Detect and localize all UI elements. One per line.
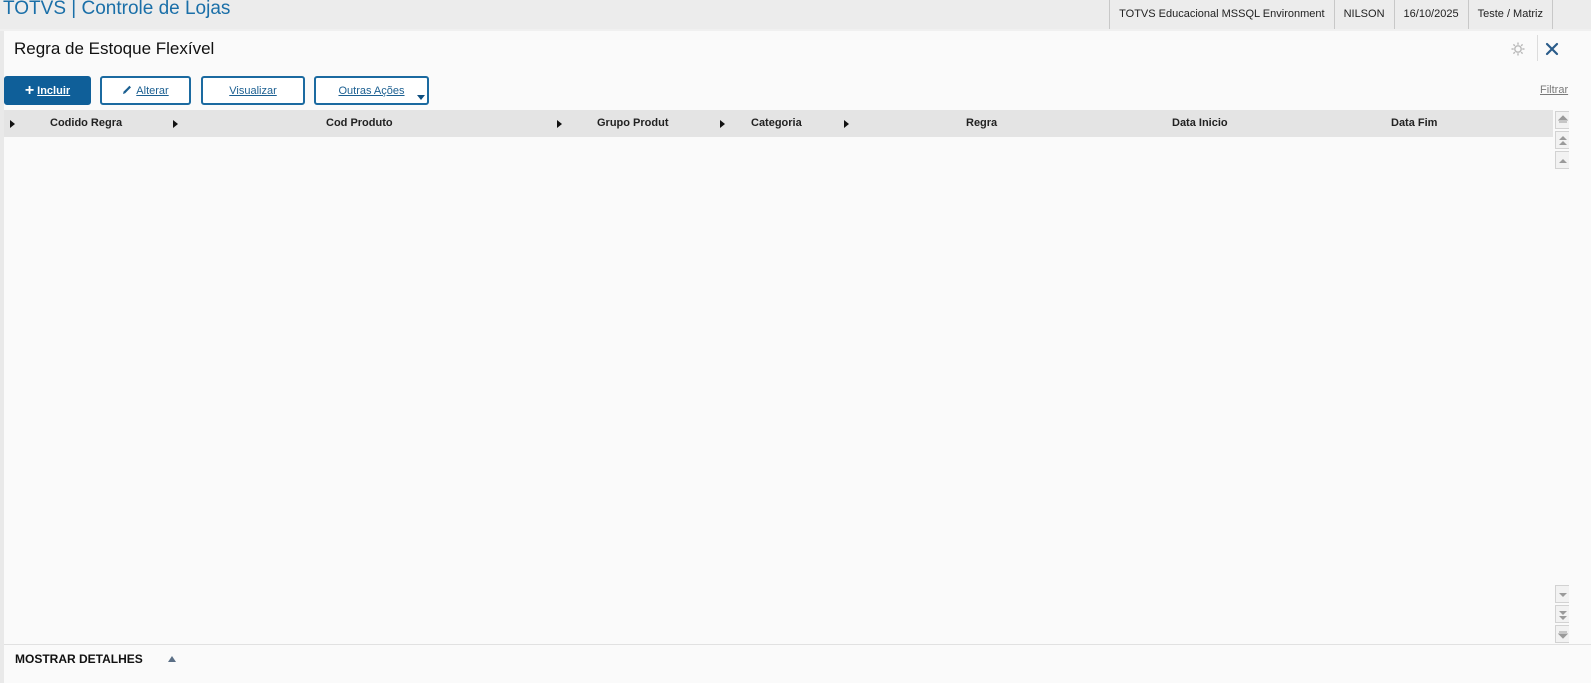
alter-button[interactable]: Alterar	[100, 76, 191, 105]
column-expand-icon[interactable]	[720, 120, 725, 128]
column-expand-icon[interactable]	[844, 120, 849, 128]
close-icon[interactable]	[1544, 40, 1560, 58]
session-info: TOTVS Educacional MSSQL Environment NILS…	[1109, 0, 1553, 29]
plus-icon: +	[24, 81, 35, 99]
column-header-data-inicio[interactable]: Data Inicio	[1172, 110, 1228, 137]
scroll-up-button[interactable]	[1555, 151, 1569, 169]
include-button[interactable]: + Incluir	[4, 76, 91, 105]
include-button-label: Incluir	[37, 84, 71, 97]
alter-button-label: Alterar	[136, 84, 169, 97]
chevron-down-icon	[417, 95, 425, 100]
footer-divider	[4, 644, 1591, 645]
user-label[interactable]: NILSON	[1333, 0, 1394, 29]
column-expand-icon[interactable]	[10, 120, 15, 128]
column-header-codido-regra[interactable]: Codido Regra	[50, 110, 122, 137]
environment-label[interactable]: TOTVS Educacional MSSQL Environment	[1109, 0, 1333, 29]
column-header-categoria[interactable]: Categoria	[751, 110, 802, 137]
page-title: Regra de Estoque Flexível	[14, 39, 215, 58]
column-expand-icon[interactable]	[557, 120, 562, 128]
title-separator	[1537, 35, 1538, 61]
column-header-data-fim[interactable]: Data Fim	[1391, 110, 1437, 137]
filter-link[interactable]: Filtrar	[1540, 84, 1568, 96]
other-actions-label: Outras Ações	[338, 84, 405, 97]
app-title: TOTVS | Controle de Lojas	[3, 0, 231, 19]
chevron-up-icon[interactable]	[168, 656, 176, 662]
main-panel: Regra de Estoque Flexível + Incluir Alte…	[4, 31, 1591, 683]
branch-label[interactable]: Teste / Matriz	[1467, 0, 1553, 29]
view-button[interactable]: Visualizar	[201, 76, 305, 105]
top-bar: TOTVS | Controle de Lojas TOTVS Educacio…	[0, 0, 1591, 29]
column-header-grupo-produt[interactable]: Grupo Produt	[597, 110, 669, 137]
scroll-bottom-button[interactable]	[1555, 625, 1569, 643]
date-label[interactable]: 16/10/2025	[1393, 0, 1468, 29]
pencil-icon	[122, 84, 132, 98]
view-button-label: Visualizar	[229, 84, 277, 97]
column-expand-icon[interactable]	[173, 120, 178, 128]
column-header-regra[interactable]: Regra	[966, 110, 997, 137]
gear-icon[interactable]	[1510, 41, 1526, 57]
scroll-down-button[interactable]	[1555, 585, 1569, 603]
other-actions-button[interactable]: Outras Ações	[314, 76, 429, 105]
show-details-toggle[interactable]: MOSTRAR DETALHES	[15, 652, 143, 666]
scroll-page-down-button[interactable]	[1555, 605, 1569, 623]
scroll-page-up-button[interactable]	[1555, 131, 1569, 149]
scroll-top-button[interactable]	[1555, 111, 1569, 129]
grid-header: Codido Regra Cod Produto Grupo Produt Ca…	[4, 110, 1553, 137]
column-header-cod-produto[interactable]: Cod Produto	[326, 110, 393, 137]
